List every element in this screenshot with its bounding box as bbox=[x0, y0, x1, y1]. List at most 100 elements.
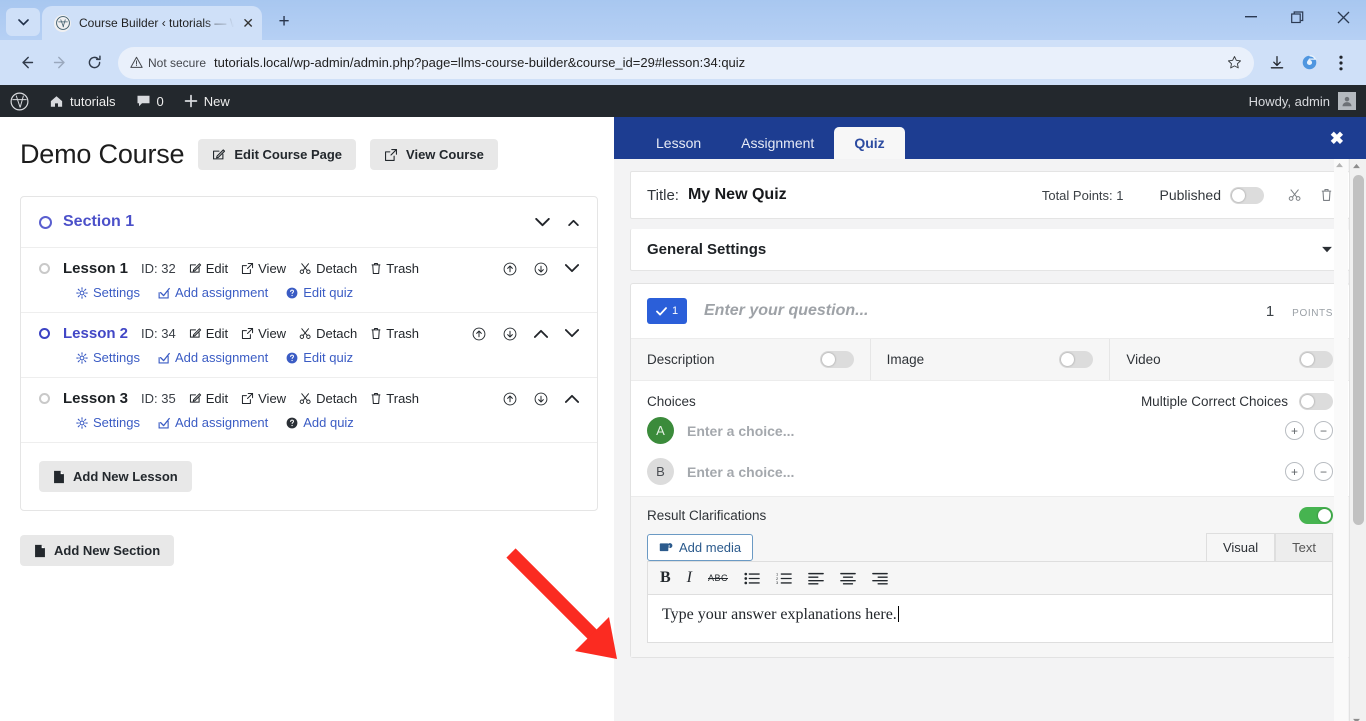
lesson-add-assignment-link[interactable]: Add assignment bbox=[158, 350, 268, 365]
chevron-up-icon[interactable] bbox=[565, 394, 579, 403]
tab-text[interactable]: Text bbox=[1275, 533, 1333, 561]
lesson-view-link[interactable]: View bbox=[241, 326, 286, 341]
section-header[interactable]: Section 1 bbox=[21, 197, 597, 248]
forward-button[interactable] bbox=[44, 47, 76, 79]
video-toggle[interactable] bbox=[1299, 351, 1334, 368]
lesson-view-link[interactable]: View bbox=[241, 391, 286, 406]
lesson-settings-link[interactable]: Settings bbox=[76, 415, 140, 430]
chrome-menu-icon[interactable] bbox=[1326, 48, 1356, 78]
chevron-down-icon[interactable] bbox=[1321, 246, 1333, 254]
view-course-button[interactable]: View Course bbox=[370, 139, 498, 170]
extension-icon[interactable] bbox=[1294, 48, 1324, 78]
lesson-quiz-link[interactable]: Edit quiz bbox=[286, 350, 353, 365]
section-title[interactable]: Section 1 bbox=[63, 213, 134, 231]
edit-course-page-button[interactable]: Edit Course Page bbox=[198, 139, 357, 170]
choice-letter-bubble[interactable]: B bbox=[647, 458, 674, 485]
new-tab-button[interactable]: + bbox=[270, 8, 298, 36]
question-number-badge[interactable]: 1 bbox=[647, 298, 687, 324]
wordpress-logo-icon[interactable] bbox=[0, 85, 39, 117]
scroll-up-arrow-icon[interactable] bbox=[1352, 163, 1363, 169]
lesson-edit-link[interactable]: Edit bbox=[189, 326, 228, 341]
align-left-icon[interactable] bbox=[808, 572, 824, 585]
lesson-row[interactable]: Lesson 3 ID: 35 Edit View Detach Trash S… bbox=[21, 378, 597, 443]
scrollbar-thumb[interactable] bbox=[1353, 175, 1364, 525]
lesson-settings-link[interactable]: Settings bbox=[76, 350, 140, 365]
trash-icon[interactable] bbox=[1320, 188, 1333, 202]
circle-arrow-down-icon[interactable] bbox=[534, 262, 548, 276]
tab-lesson[interactable]: Lesson bbox=[636, 127, 721, 159]
bullet-list-icon[interactable] bbox=[744, 572, 760, 585]
lesson-name[interactable]: Lesson 1 bbox=[63, 260, 128, 277]
comments-link[interactable]: 0 bbox=[126, 85, 174, 117]
add-choice-icon[interactable]: + bbox=[1285, 421, 1304, 440]
result-clarifications-toggle[interactable] bbox=[1299, 507, 1333, 524]
published-toggle[interactable] bbox=[1230, 186, 1264, 204]
inner-scrollbar[interactable] bbox=[1334, 159, 1348, 721]
window-maximize-button[interactable] bbox=[1274, 0, 1320, 34]
chevron-down-icon[interactable] bbox=[535, 217, 550, 227]
choice-letter-bubble[interactable]: A bbox=[647, 417, 674, 444]
lesson-trash-link[interactable]: Trash bbox=[370, 326, 419, 341]
close-icon[interactable]: ✖ bbox=[1330, 129, 1344, 149]
quiz-panel-scrollbar[interactable] bbox=[1349, 159, 1366, 721]
download-icon[interactable] bbox=[1262, 48, 1292, 78]
lesson-quiz-link[interactable]: Add quiz bbox=[286, 415, 354, 430]
browser-tab[interactable]: Course Builder ‹ tutorials — Wo ✕ bbox=[42, 6, 262, 40]
tab-assignment[interactable]: Assignment bbox=[721, 127, 834, 159]
align-right-icon[interactable] bbox=[872, 572, 888, 585]
back-button[interactable] bbox=[10, 47, 42, 79]
align-center-icon[interactable] bbox=[840, 572, 856, 585]
italic-icon[interactable]: I bbox=[687, 569, 692, 587]
star-icon[interactable] bbox=[1227, 55, 1242, 70]
add-new-section-button[interactable]: Add New Section bbox=[20, 535, 175, 566]
tab-close-icon[interactable]: ✕ bbox=[242, 15, 254, 32]
window-minimize-button[interactable] bbox=[1228, 0, 1274, 34]
lesson-row[interactable]: Lesson 2 ID: 34 Edit View Detach Trash S… bbox=[21, 313, 597, 378]
account-menu[interactable]: Howdy, admin bbox=[1249, 92, 1366, 110]
lesson-trash-link[interactable]: Trash bbox=[370, 261, 419, 276]
lesson-add-assignment-link[interactable]: Add assignment bbox=[158, 415, 268, 430]
lesson-view-link[interactable]: View bbox=[241, 261, 286, 276]
description-toggle[interactable] bbox=[819, 351, 854, 368]
tab-search-caret-icon[interactable] bbox=[6, 8, 40, 36]
lesson-detach-link[interactable]: Detach bbox=[299, 261, 357, 276]
tab-visual[interactable]: Visual bbox=[1205, 533, 1276, 561]
add-new-lesson-button[interactable]: Add New Lesson bbox=[39, 461, 192, 492]
lesson-edit-link[interactable]: Edit bbox=[189, 391, 228, 406]
remove-choice-icon[interactable]: − bbox=[1314, 421, 1333, 440]
image-toggle[interactable] bbox=[1059, 351, 1094, 368]
reload-button[interactable] bbox=[78, 47, 110, 79]
general-settings-accordion[interactable]: General Settings bbox=[630, 229, 1350, 271]
circle-arrow-up-icon[interactable] bbox=[472, 327, 486, 341]
bold-icon[interactable]: B bbox=[660, 569, 671, 587]
question-points-value[interactable]: 1 bbox=[1266, 303, 1274, 320]
circle-arrow-down-icon[interactable] bbox=[534, 392, 548, 406]
choice-input[interactable]: Enter a choice... bbox=[687, 464, 794, 480]
lesson-name[interactable]: Lesson 3 bbox=[63, 390, 128, 407]
tab-quiz[interactable]: Quiz bbox=[834, 127, 905, 159]
multiple-correct-toggle[interactable] bbox=[1299, 393, 1333, 410]
lesson-detach-link[interactable]: Detach bbox=[299, 326, 357, 341]
numbered-list-icon[interactable]: 123 bbox=[776, 572, 792, 585]
add-choice-icon[interactable]: + bbox=[1285, 462, 1304, 481]
circle-arrow-up-icon[interactable] bbox=[503, 392, 517, 406]
quiz-title-value[interactable]: My New Quiz bbox=[688, 186, 787, 204]
address-bar[interactable]: Not secure tutorials.local/wp-admin/admi… bbox=[118, 46, 1254, 79]
lesson-name[interactable]: Lesson 2 bbox=[63, 325, 128, 342]
choice-input[interactable]: Enter a choice... bbox=[687, 423, 794, 439]
chevron-up-icon[interactable] bbox=[534, 329, 548, 338]
new-content-link[interactable]: New bbox=[174, 85, 240, 117]
chevron-down-icon[interactable] bbox=[565, 329, 579, 338]
detach-icon[interactable] bbox=[1288, 188, 1302, 202]
question-input[interactable]: Enter your question... bbox=[704, 302, 868, 320]
lesson-quiz-link[interactable]: Edit quiz bbox=[286, 285, 353, 300]
lesson-detach-link[interactable]: Detach bbox=[299, 391, 357, 406]
lesson-row[interactable]: Lesson 1 ID: 32 Edit View Detach Trash S… bbox=[21, 248, 597, 313]
lesson-edit-link[interactable]: Edit bbox=[189, 261, 228, 276]
lesson-trash-link[interactable]: Trash bbox=[370, 391, 419, 406]
inner-scroll-up-arrow-icon[interactable] bbox=[1335, 162, 1346, 168]
lesson-add-assignment-link[interactable]: Add assignment bbox=[158, 285, 268, 300]
circle-arrow-down-icon[interactable] bbox=[503, 327, 517, 341]
site-name-link[interactable]: tutorials bbox=[39, 85, 126, 117]
add-media-button[interactable]: Add media bbox=[647, 534, 754, 561]
